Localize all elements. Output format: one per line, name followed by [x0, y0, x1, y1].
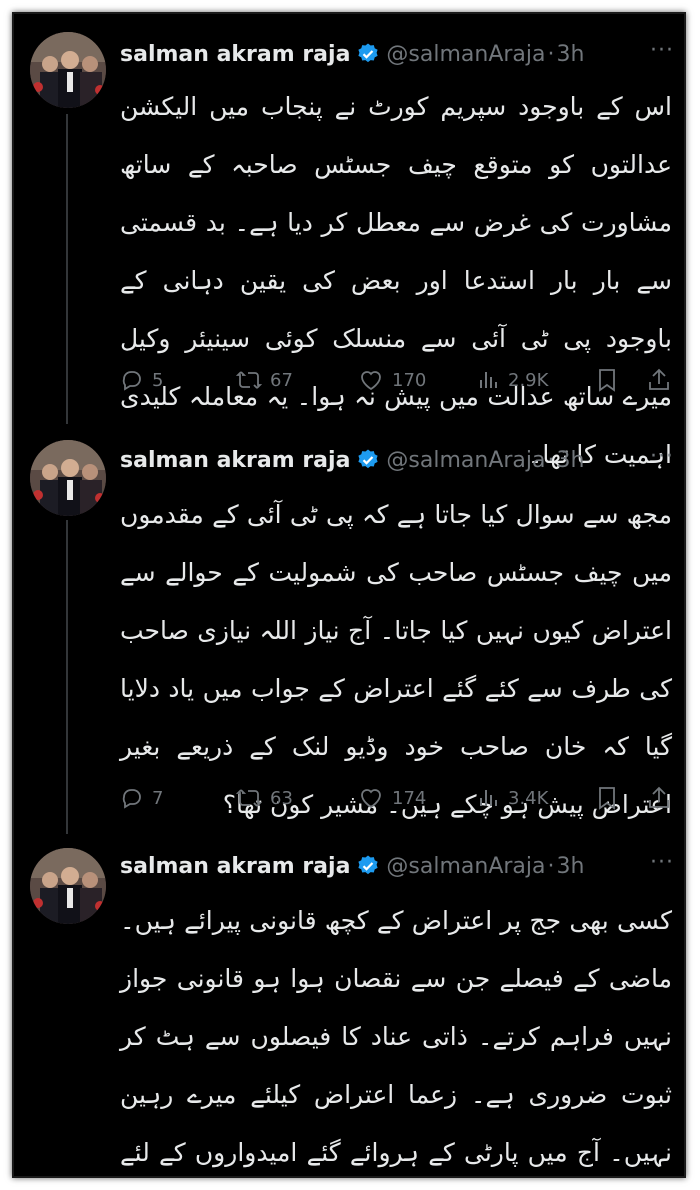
separator-dot: ·: [547, 41, 555, 67]
bookmark-icon: [599, 787, 615, 810]
timestamp[interactable]: 3h: [557, 42, 585, 67]
reply-button[interactable]: 7: [120, 786, 163, 810]
timestamp[interactable]: 3h: [557, 448, 585, 473]
heart-icon: [361, 789, 381, 809]
tweet[interactable]: salman akram raja @salmanAraja · 3h ··· …: [14, 424, 684, 834]
tweet[interactable]: salman akram raja @salmanAraja · 3h ··· …: [14, 834, 684, 1176]
repost-button[interactable]: 67: [236, 368, 293, 392]
more-options-icon[interactable]: ···: [650, 38, 674, 63]
like-button[interactable]: 170: [358, 368, 426, 392]
author-handle[interactable]: @salmanAraja: [386, 42, 545, 67]
repost-icon: [236, 789, 262, 807]
like-button[interactable]: 174: [358, 786, 426, 810]
views-icon: [480, 372, 497, 388]
bookmark-button[interactable]: [596, 367, 618, 393]
share-button[interactable]: [646, 785, 672, 811]
tweet-header: salman akram raja @salmanAraja · 3h: [120, 34, 584, 74]
repost-button[interactable]: 63: [236, 786, 293, 810]
repost-count: 63: [270, 787, 293, 809]
view-count: 2.9K: [508, 369, 549, 391]
author-name[interactable]: salman akram raja: [120, 448, 350, 473]
author-name[interactable]: salman akram raja: [120, 854, 350, 879]
like-count: 170: [392, 369, 427, 391]
action-bar: 7 63 174 3.4K: [120, 780, 676, 816]
view-count: 3.4K: [508, 787, 549, 809]
reply-count: 7: [152, 787, 164, 809]
reply-count: 5: [152, 369, 164, 391]
more-options-icon[interactable]: ···: [650, 850, 674, 875]
tweet[interactable]: salman akram raja @salmanAraja · 3h ··· …: [14, 14, 684, 469]
reply-icon: [122, 371, 141, 391]
views-icon: [480, 790, 497, 806]
reply-button[interactable]: 5: [120, 368, 163, 392]
author-name[interactable]: salman akram raja: [120, 42, 350, 67]
bookmark-icon: [599, 369, 615, 392]
tweet-thread: salman akram raja @salmanAraja · 3h ··· …: [12, 12, 686, 1178]
thread-connector: [66, 114, 68, 424]
verified-badge-icon: [356, 448, 380, 472]
action-bar: 5 67 170 2.9K: [120, 362, 676, 398]
like-count: 174: [392, 787, 427, 809]
verified-badge-icon: [356, 42, 380, 66]
share-icon: [649, 368, 669, 390]
tweet-text: کسی بھی جج پر اعتراض کے کچھ قانونی پیرائ…: [120, 906, 672, 1167]
avatar[interactable]: [30, 440, 106, 516]
separator-dot: ·: [547, 447, 555, 473]
tweet-header: salman akram raja @salmanAraja · 3h: [120, 846, 584, 886]
repost-icon: [236, 371, 262, 389]
reply-icon: [122, 789, 141, 809]
verified-badge-icon: [356, 854, 380, 878]
author-handle[interactable]: @salmanAraja: [386, 854, 545, 879]
author-handle[interactable]: @salmanAraja: [386, 448, 545, 473]
views-button[interactable]: 2.9K: [478, 368, 548, 392]
separator-dot: ·: [547, 853, 555, 879]
avatar[interactable]: [30, 848, 106, 924]
bookmark-button[interactable]: [596, 785, 618, 811]
heart-icon: [361, 371, 381, 391]
more-options-icon[interactable]: ···: [650, 444, 674, 469]
timestamp[interactable]: 3h: [557, 854, 585, 879]
share-button[interactable]: [646, 367, 672, 393]
avatar[interactable]: [30, 32, 106, 108]
views-button[interactable]: 3.4K: [478, 786, 548, 810]
repost-count: 67: [270, 369, 293, 391]
thread-connector: [66, 520, 68, 834]
tweet-header: salman akram raja @salmanAraja · 3h: [120, 440, 584, 480]
share-icon: [649, 786, 669, 808]
